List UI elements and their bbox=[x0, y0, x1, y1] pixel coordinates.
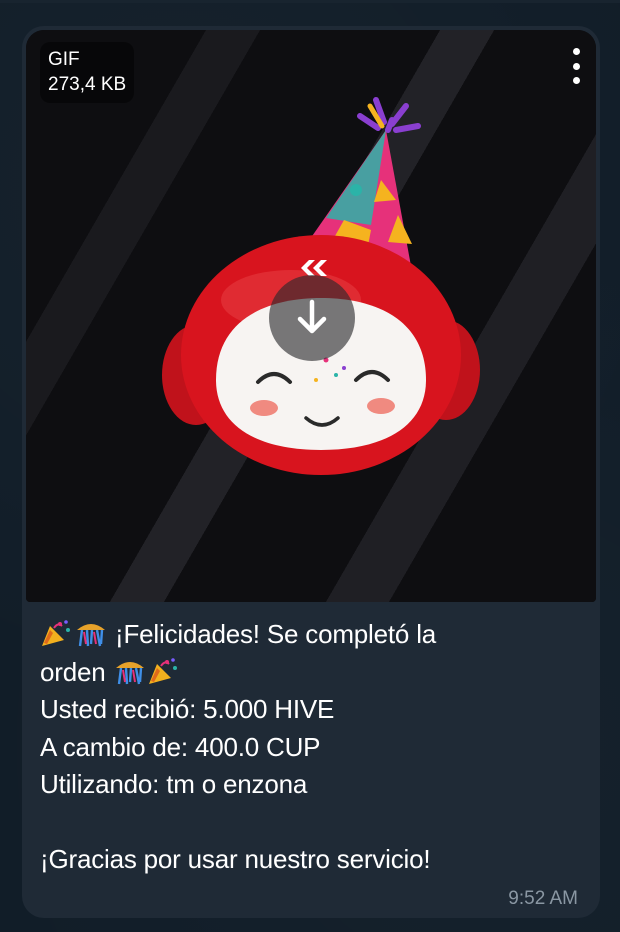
message-line-1: ¡Felicidades! Se completó la bbox=[40, 616, 585, 654]
message-line-5: Utilizando: tm o enzona bbox=[40, 769, 308, 799]
gif-media[interactable]: GIF 273,4 KB bbox=[26, 30, 596, 602]
confetti-ball-icon bbox=[115, 661, 144, 684]
message-line-4: A cambio de: 400.0 CUP bbox=[40, 731, 321, 762]
message-text: ¡Felicidades! Se completó la orden Usted… bbox=[40, 616, 585, 879]
message-spacer bbox=[40, 804, 585, 842]
message-line-2-text: orden bbox=[40, 656, 106, 687]
confetti-ball-icon bbox=[77, 624, 105, 647]
gif-info-badge: GIF 273,4 KB bbox=[40, 42, 135, 103]
party-popper-icon bbox=[42, 620, 70, 646]
download-arrow-icon bbox=[297, 299, 327, 334]
gif-size-label: 273,4 KB bbox=[48, 74, 127, 95]
message-bubble[interactable]: GIF 273,4 KB ¡Felicidades! Se completó l… bbox=[22, 26, 600, 918]
more-vertical-icon[interactable] bbox=[564, 46, 588, 86]
message-line-2: orden bbox=[40, 654, 585, 692]
download-button[interactable] bbox=[269, 275, 355, 361]
message-line-6: ¡Gracias por usar nuestro servicio! bbox=[40, 844, 431, 874]
message-line-1-text: ¡Felicidades! Se completó la bbox=[115, 619, 437, 649]
message-timestamp: 9:52 AM bbox=[508, 888, 578, 909]
party-popper-icon bbox=[148, 657, 177, 684]
top-divider bbox=[0, 0, 620, 3]
gif-type-label: GIF bbox=[48, 49, 80, 70]
message-line-3: Usted recibió: 5.000 HIVE bbox=[40, 694, 335, 724]
